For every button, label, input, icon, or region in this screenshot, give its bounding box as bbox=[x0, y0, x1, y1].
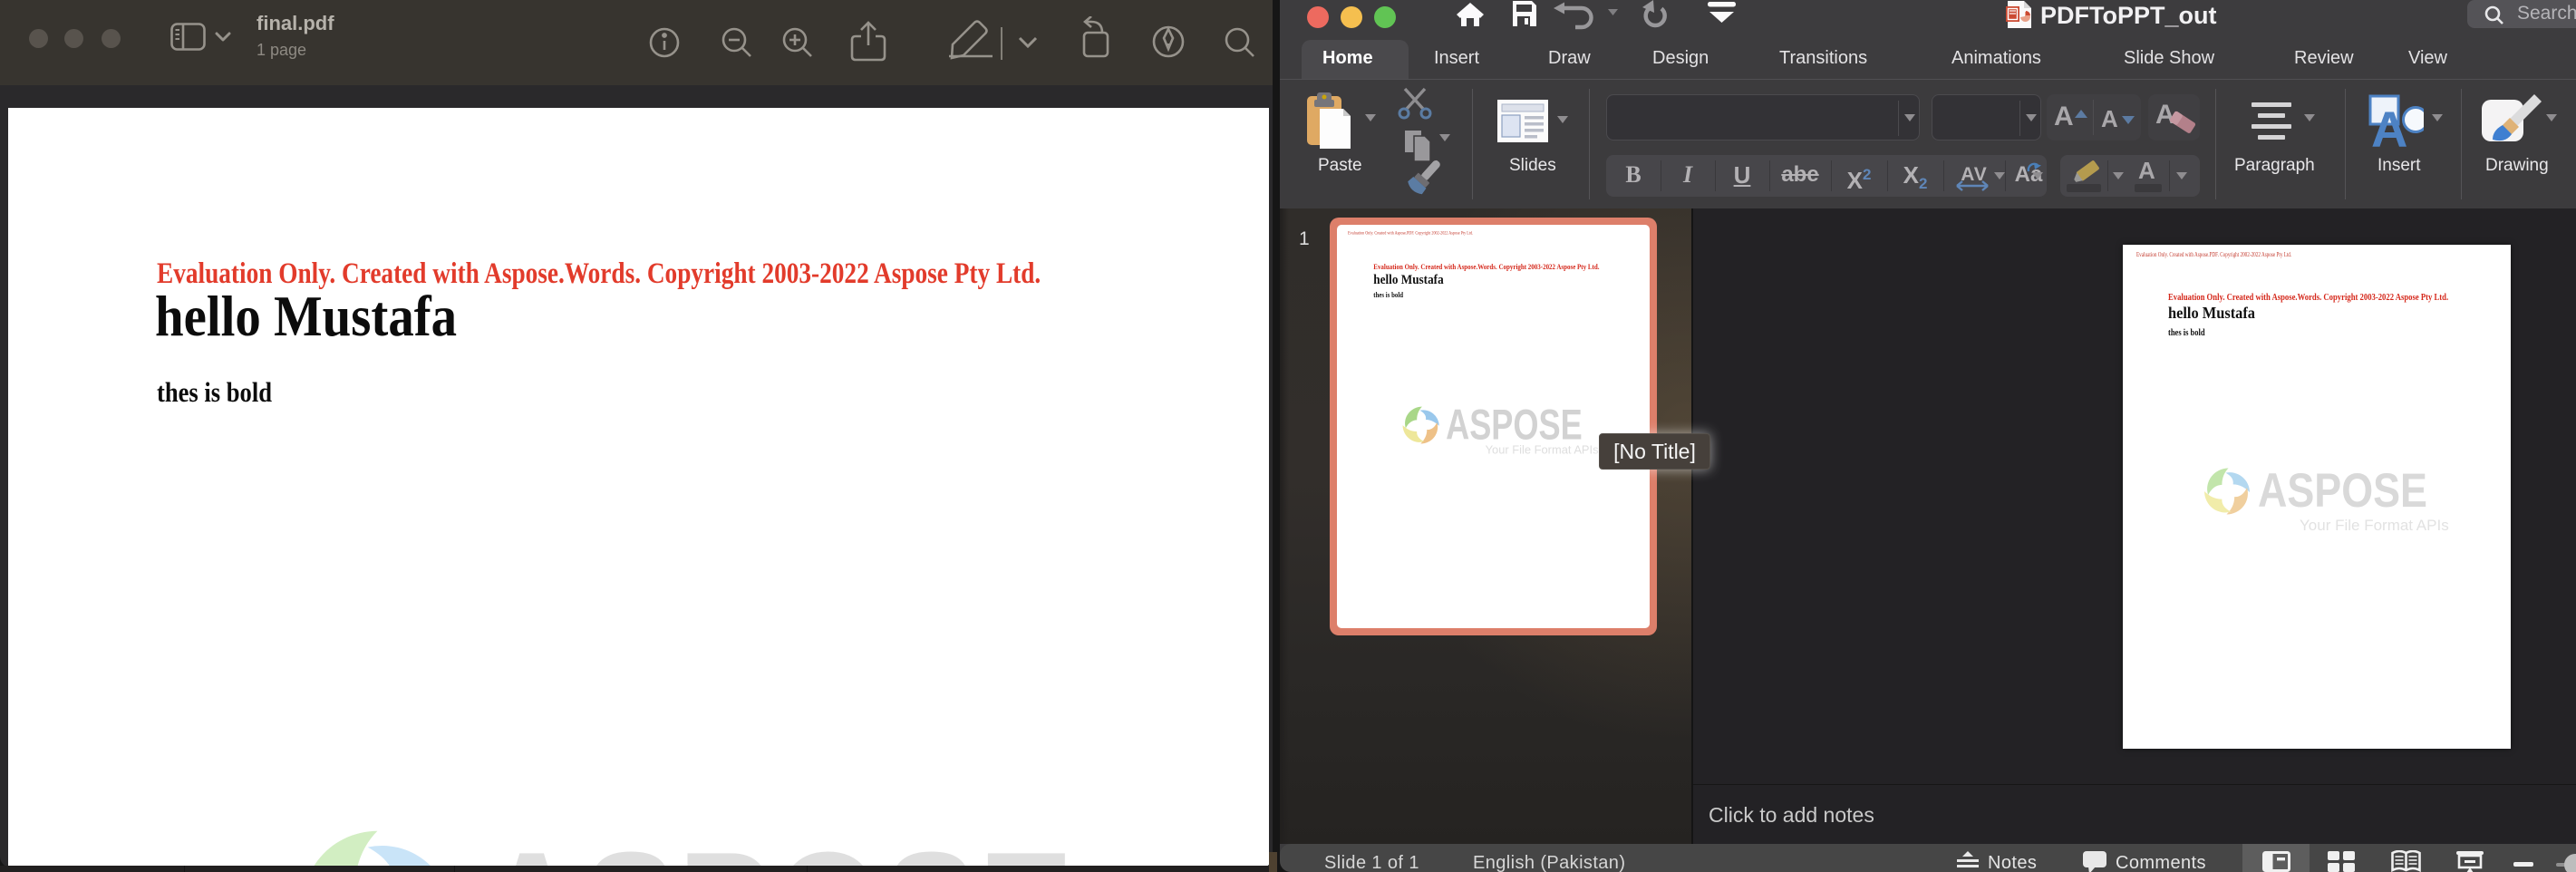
svg-text:A: A bbox=[2371, 101, 2407, 150]
